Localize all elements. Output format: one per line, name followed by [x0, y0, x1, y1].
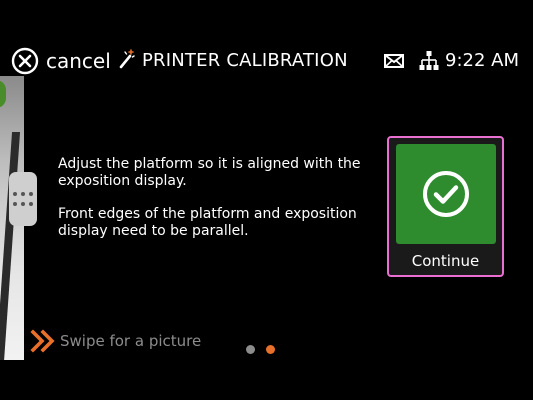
instructions: Adjust the platform so it is aligned wit…	[58, 156, 384, 256]
status-area: 9:22 AM	[383, 47, 519, 75]
swipe-label: Swipe for a picture	[60, 332, 202, 350]
drag-dot	[29, 202, 33, 206]
check-circle-icon	[421, 169, 471, 219]
page-indicator	[246, 344, 286, 354]
cancel-label: cancel	[46, 49, 111, 73]
continue-label: Continue	[411, 252, 480, 270]
drag-dot	[21, 202, 25, 206]
drag-dot	[29, 192, 33, 196]
header-bar: cancel PRINTER CALIBRATION 9:22 AM	[0, 38, 533, 84]
continue-button[interactable]: Continue	[387, 136, 504, 277]
instruction-text: Adjust the platform so it is aligned wit…	[58, 156, 361, 189]
cancel-button[interactable]: cancel	[11, 47, 111, 75]
double-chevron-right-icon	[30, 329, 56, 353]
envelope-icon[interactable]	[383, 52, 405, 70]
page-dot[interactable]	[246, 344, 255, 354]
magic-wand-icon	[118, 48, 136, 74]
swipe-hint[interactable]: Swipe for a picture	[30, 328, 201, 354]
drag-dot	[21, 192, 25, 196]
printer-calibration-screen: cancel PRINTER CALIBRATION 9:22 AM Adjus…	[0, 0, 533, 400]
clock: 9:22 AM	[445, 50, 519, 71]
drag-dot	[13, 202, 17, 206]
continue-tile	[396, 144, 496, 244]
instruction-text: Front edges of the platform and expositi…	[58, 206, 357, 239]
drag-handle[interactable]	[9, 172, 37, 226]
drag-dot	[13, 192, 17, 196]
network-icon[interactable]	[419, 50, 439, 72]
page-title-group: PRINTER CALIBRATION	[118, 47, 348, 75]
close-circle-icon	[11, 47, 39, 75]
page-title: PRINTER CALIBRATION	[142, 50, 348, 71]
page-dot-active[interactable]	[266, 344, 275, 354]
